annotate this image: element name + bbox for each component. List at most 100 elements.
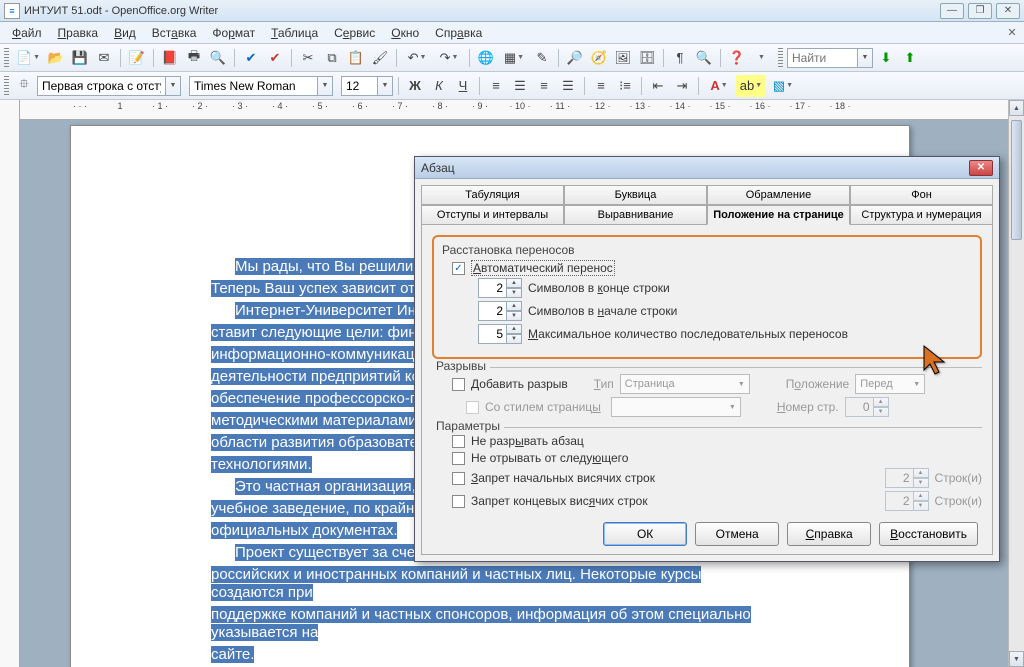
redo-button[interactable]: ↷▼ [434, 47, 464, 69]
find-dropdown[interactable]: ▼ [857, 48, 873, 68]
hyperlink-button[interactable]: 🌐 [475, 47, 497, 69]
help-button[interactable]: ❓ [726, 47, 748, 69]
orphan-checkbox[interactable] [452, 495, 465, 508]
find-replace-button[interactable]: 🔎 [564, 47, 586, 69]
format-paintbrush-button[interactable]: 🖌 [369, 47, 391, 69]
autospellcheck-button[interactable]: ✔ [264, 47, 286, 69]
font-size-input[interactable] [341, 76, 377, 96]
cancel-button[interactable]: Отмена [695, 522, 779, 546]
scroll-down-button[interactable]: ▼ [1009, 651, 1024, 667]
widow-checkbox[interactable] [452, 472, 465, 485]
tab-dropcaps[interactable]: Буквица [564, 185, 707, 205]
tab-indents[interactable]: Отступы и интервалы [421, 205, 564, 225]
menu-help[interactable]: Справка [427, 24, 490, 42]
menu-view[interactable]: Вид [106, 24, 144, 42]
vertical-ruler[interactable] [0, 100, 20, 667]
decrease-indent-button[interactable]: ⇤ [647, 75, 669, 97]
scroll-up-button[interactable]: ▲ [1009, 100, 1024, 116]
tab-borders[interactable]: Обрамление [707, 185, 850, 205]
extra-button[interactable]: ▼ [750, 47, 772, 69]
underline-button[interactable]: Ч [452, 75, 474, 97]
dialog-titlebar[interactable]: Абзац ✕ [415, 157, 999, 179]
styles-button[interactable]: ⯐ [13, 75, 35, 97]
max-consec-input[interactable] [478, 324, 506, 344]
menu-insert[interactable]: Вставка [144, 24, 205, 42]
horizontal-ruler[interactable]: 1· · · · 1 ·· 2 · · 3 ·· 4 · · 5 ·· 6 · … [20, 100, 1024, 120]
menu-tools[interactable]: Сервис [326, 24, 383, 42]
paragraph-style-dropdown[interactable]: ▼ [165, 76, 181, 96]
edit-file-button[interactable]: 📝 [126, 47, 148, 69]
menu-file[interactable]: Файл [4, 24, 50, 42]
navigator-button[interactable]: 🧭 [588, 47, 610, 69]
find-prev-button[interactable]: ⬆ [899, 47, 921, 69]
chars-start-input[interactable] [478, 301, 506, 321]
keep-next-checkbox[interactable] [452, 452, 465, 465]
datasources-button[interactable]: 🗄 [636, 47, 658, 69]
align-justify-button[interactable]: ☰ [557, 75, 579, 97]
menu-edit[interactable]: Правка [50, 24, 107, 42]
find-input[interactable] [787, 48, 857, 68]
vertical-scrollbar[interactable]: ▲ ▼ [1008, 100, 1024, 667]
font-size-dropdown[interactable]: ▼ [377, 76, 393, 96]
keep-together-checkbox[interactable] [452, 435, 465, 448]
print-preview-button[interactable]: 🔍 [207, 47, 229, 69]
paragraph-style-combo[interactable]: ▼ [37, 76, 181, 96]
copy-button[interactable]: ⧉ [321, 47, 343, 69]
bullets-button[interactable]: ⁝≡ [614, 75, 636, 97]
align-center-button[interactable]: ☰ [509, 75, 531, 97]
table-button[interactable]: ▦▼ [499, 47, 529, 69]
font-size-combo[interactable]: ▼ [341, 76, 393, 96]
align-right-button[interactable]: ≡ [533, 75, 555, 97]
cut-button[interactable]: ✂ [297, 47, 319, 69]
reset-button[interactable]: Восстановить [879, 522, 978, 546]
chars-end-input[interactable] [478, 278, 506, 298]
find-next-button[interactable]: ⬇ [875, 47, 897, 69]
auto-hyphenation-checkbox[interactable]: ✓ [452, 262, 465, 275]
save-button[interactable]: 💾 [69, 47, 91, 69]
undo-button[interactable]: ↶▼ [402, 47, 432, 69]
menu-window[interactable]: Окно [383, 24, 427, 42]
max-consec-spinner[interactable]: ▲▼ [478, 324, 522, 344]
email-button[interactable]: ✉ [93, 47, 115, 69]
spellcheck-button[interactable]: ✔ [240, 47, 262, 69]
zoom-button[interactable]: 🔍 [693, 47, 715, 69]
chars-end-spinner[interactable]: ▲▼ [478, 278, 522, 298]
font-color-button[interactable]: A▼ [704, 75, 734, 97]
background-color-button[interactable]: ▧▼ [768, 75, 798, 97]
document-close-button[interactable]: ✕ [1004, 24, 1020, 40]
tab-background[interactable]: Фон [850, 185, 993, 205]
ok-button[interactable]: ОК [603, 522, 687, 546]
tab-tabulation[interactable]: Табуляция [421, 185, 564, 205]
new-button[interactable]: 📄▼ [13, 47, 43, 69]
window-minimize-button[interactable]: — [940, 3, 964, 19]
nonprinting-button[interactable]: ¶ [669, 47, 691, 69]
font-name-combo[interactable]: ▼ [189, 76, 333, 96]
toolbar-grip-2[interactable] [778, 48, 783, 68]
font-name-dropdown[interactable]: ▼ [317, 76, 333, 96]
open-button[interactable]: 📂 [45, 47, 67, 69]
find-combo[interactable]: ▼ [787, 48, 873, 68]
window-close-button[interactable]: ✕ [996, 3, 1020, 19]
add-break-checkbox[interactable] [452, 378, 465, 391]
dialog-close-button[interactable]: ✕ [969, 160, 993, 176]
menu-format[interactable]: Формат [204, 24, 263, 42]
export-pdf-button[interactable]: 📕 [159, 47, 181, 69]
highlight-button[interactable]: ab▼ [736, 75, 766, 97]
toolbar-grip-3[interactable] [4, 76, 9, 96]
italic-button[interactable]: К [428, 75, 450, 97]
tab-alignment[interactable]: Выравнивание [564, 205, 707, 225]
help-dialog-button[interactable]: Справка [787, 522, 871, 546]
menu-table[interactable]: Таблица [263, 24, 326, 42]
print-button[interactable]: 🖶 [183, 47, 205, 69]
bold-button[interactable]: Ж [404, 75, 426, 97]
tab-textflow[interactable]: Положение на странице [707, 205, 850, 225]
window-restore-button[interactable]: ❐ [968, 3, 992, 19]
numbering-button[interactable]: ≡ [590, 75, 612, 97]
scroll-thumb[interactable] [1011, 120, 1022, 240]
increase-indent-button[interactable]: ⇥ [671, 75, 693, 97]
show-draw-button[interactable]: ✎ [531, 47, 553, 69]
font-name-input[interactable] [189, 76, 317, 96]
paste-button[interactable]: 📋 [345, 47, 367, 69]
toolbar-grip[interactable] [4, 48, 9, 68]
gallery-button[interactable]: 🖼 [612, 47, 634, 69]
